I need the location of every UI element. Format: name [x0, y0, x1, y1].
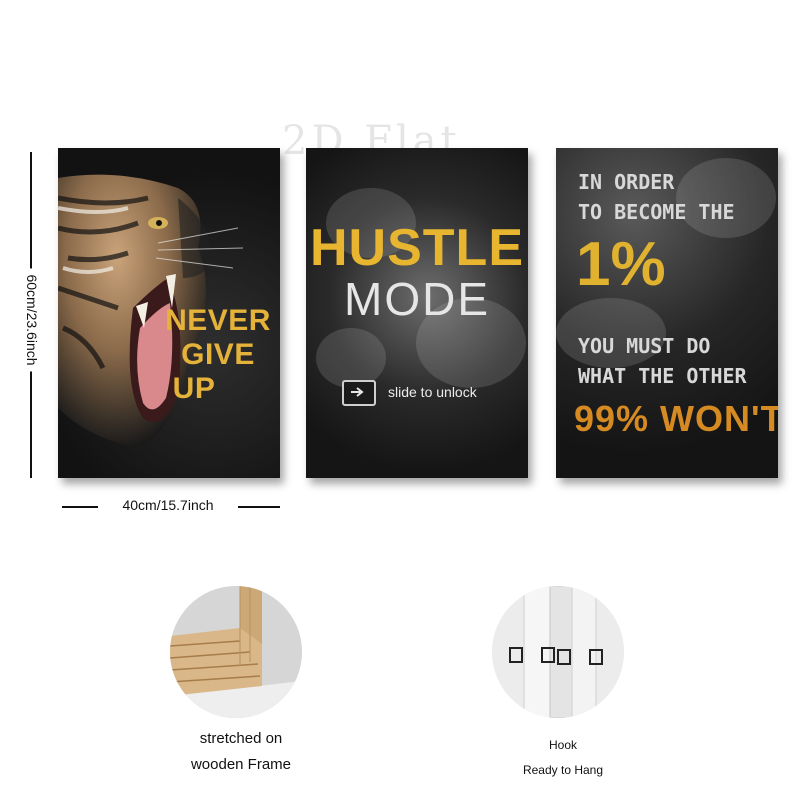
up-text: UP [172, 372, 216, 405]
you-must-do-text: YOU MUST DO [578, 334, 711, 358]
one-percent-text: 1% [576, 230, 666, 299]
width-dimension-line-right [234, 506, 280, 508]
what-the-other-text: WHAT THE OTHER [578, 364, 747, 388]
canvas-panel-hustle: HUSTLE MODE slide to unlock [306, 148, 528, 478]
hook-icon [492, 586, 624, 718]
height-label-text: 60cm/23.6inch [24, 268, 40, 372]
to-become-text: TO BECOME THE [578, 200, 735, 224]
in-order-text: IN ORDER [578, 170, 675, 194]
canvas-panel-tiger: NEVER GIVE UP [58, 148, 280, 478]
wooden-frame-detail-image [170, 586, 302, 718]
slider-arrow-button [342, 380, 376, 406]
slide-to-unlock-text: slide to unlock [388, 384, 477, 400]
hustle-title: HUSTLE [310, 219, 524, 277]
hook-caption-line1: Hook [548, 738, 577, 752]
never-text: NEVER [165, 304, 271, 337]
frame-caption-line1: stretched on [199, 730, 283, 747]
hook-detail-image [492, 586, 624, 718]
frame-caption-line2: wooden Frame [190, 756, 292, 773]
width-dimension-label: 40cm/15.7inch [98, 497, 238, 513]
paint-splat [316, 328, 386, 388]
hook-caption-line2: Ready to Hang [522, 763, 604, 777]
ninety-nine-wont-text: 99% WON'T [574, 398, 778, 439]
mode-title: MODE [344, 273, 490, 325]
height-dimension-label: 60cm/23.6inch [22, 268, 42, 372]
width-dimension-line-left [62, 506, 100, 508]
paint-splat [676, 158, 776, 238]
canvas-panel-one-percent: IN ORDER TO BECOME THE 1% YOU MUST DO WH… [556, 148, 778, 478]
wooden-frame-icon [170, 586, 302, 718]
give-text: GIVE [181, 338, 255, 371]
arrow-right-icon [351, 387, 364, 397]
